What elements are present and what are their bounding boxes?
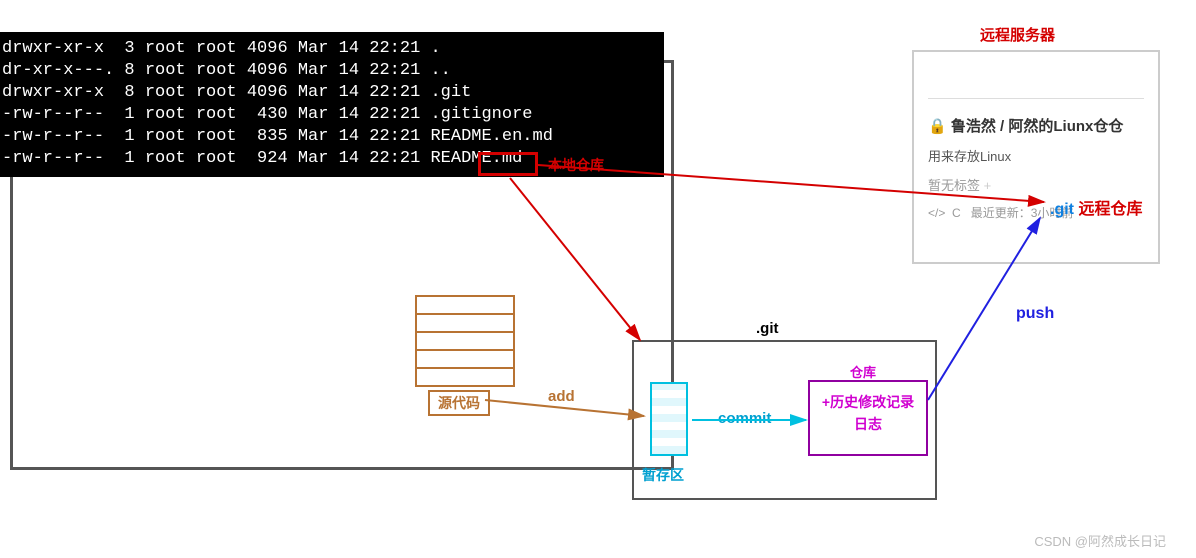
commit-label: commit: [718, 410, 771, 427]
source-code-label: 源代码: [428, 390, 490, 416]
stack-cell: [415, 295, 515, 315]
repo-text2: 日志: [810, 412, 926, 434]
history-repo-box: +历史修改记录 日志: [808, 380, 928, 456]
add-label: add: [548, 388, 575, 405]
push-label: push: [1016, 305, 1054, 323]
staging-area: [650, 382, 688, 456]
plus-icon: +: [984, 178, 992, 193]
lock-icon: 🔒: [928, 118, 947, 135]
watermark: CSDN @阿然成长日记: [1034, 531, 1166, 550]
source-stack: [415, 295, 515, 385]
code-icon: </>: [928, 206, 945, 220]
remote-repo-name: 🔒 鲁浩然 / 阿然的Liunx仓仓: [928, 115, 1144, 136]
git-folder-highlight: [478, 152, 538, 176]
remote-description: 用来存放Linux: [928, 146, 1144, 165]
remote-title: 远程服务器: [980, 24, 1055, 45]
repo-text1: +历史修改记录: [810, 382, 926, 412]
local-repo-label: 本地仓库: [548, 155, 604, 175]
stack-cell: [415, 313, 515, 333]
stack-cell: [415, 349, 515, 369]
remote-tags: 暂无标签 +: [928, 175, 1144, 194]
git-box-title: .git: [756, 320, 779, 337]
repo-top-label: 仓库: [850, 362, 876, 381]
stack-cell: [415, 367, 515, 387]
stack-cell: [415, 331, 515, 351]
remote-server-box: 🔒 鲁浩然 / 阿然的Liunx仓仓 用来存放Linux 暂无标签 + </> …: [912, 50, 1160, 264]
staging-label: 暂存区: [642, 465, 684, 485]
remote-git-label: .git 远程仓库: [1050, 195, 1142, 219]
